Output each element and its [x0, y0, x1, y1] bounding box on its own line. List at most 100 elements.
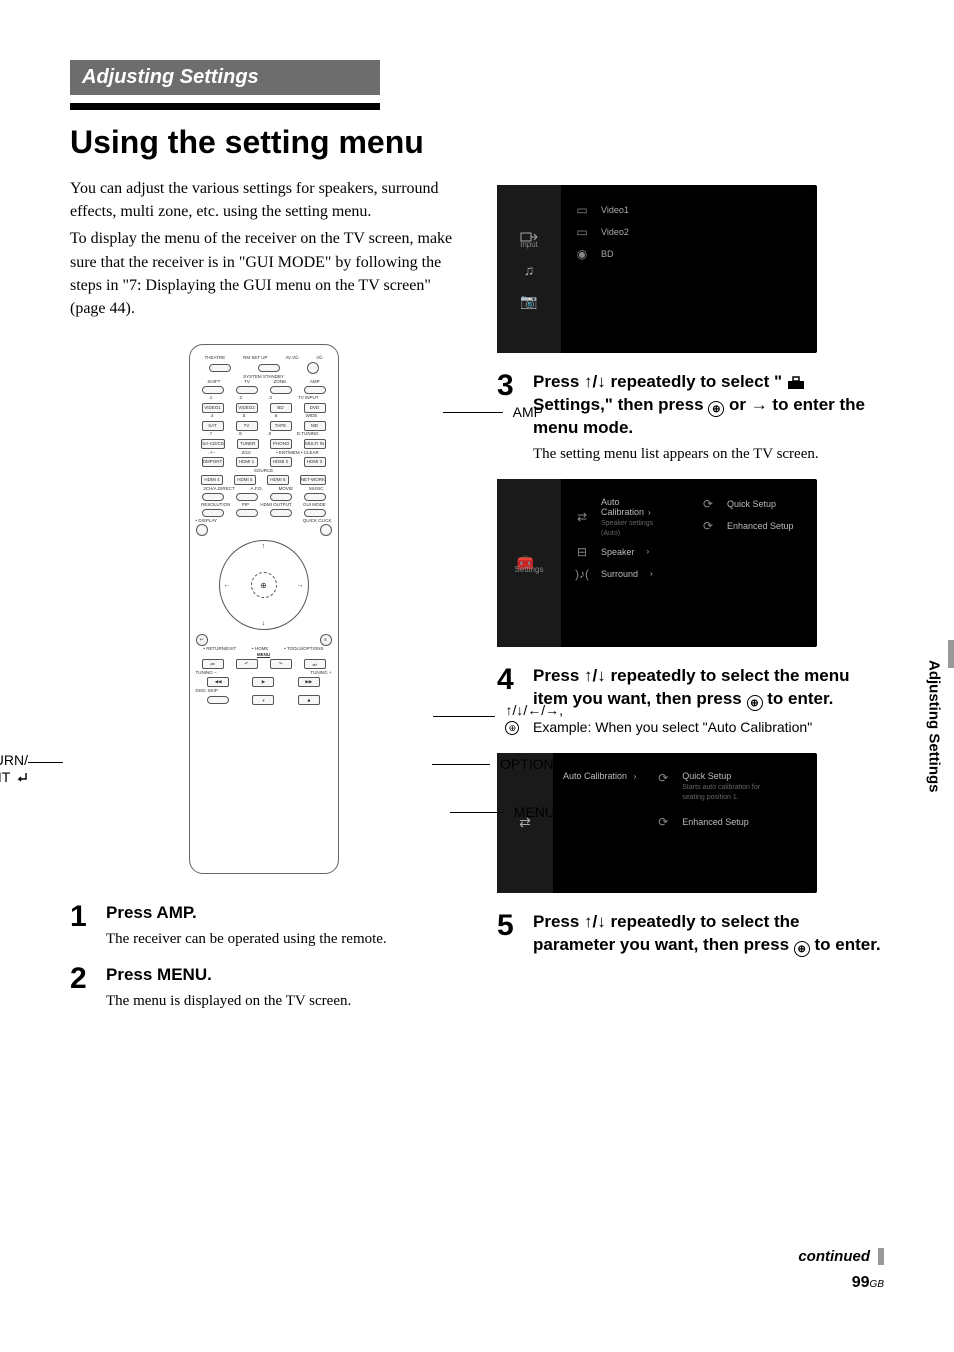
- remote-label-theatre: THEATRE: [204, 356, 225, 361]
- arrow-right-icon: →: [297, 582, 304, 589]
- rb-res: [202, 509, 224, 517]
- rb-display: [196, 524, 208, 536]
- rb-rew: ◀◀: [207, 677, 229, 687]
- rd-c: .0/10: [241, 451, 251, 456]
- rb-tape: TAPE: [270, 421, 292, 431]
- tv3-right-1: Enhanced Setup: [682, 817, 749, 827]
- rg3: MOVIE: [279, 487, 294, 492]
- two-columns: You can adjust the various settings for …: [70, 177, 884, 1026]
- example-label: Example: When you select "Auto Calibrati…: [533, 719, 884, 735]
- refresh-icon: ⟳: [652, 815, 674, 829]
- rb-hdmi5: HDMI 5: [234, 475, 256, 485]
- tv3-right-0-sub2: seating position 1.: [682, 794, 738, 801]
- surround-icon: )♪(: [571, 567, 593, 581]
- enter-circle-icon: ⊕: [505, 721, 519, 735]
- side-tab-label: Adjusting Settings: [926, 660, 943, 793]
- step-num-2: 2: [70, 964, 96, 1012]
- step-4-title: Press ↑/↓ repeatedly to select the menu …: [533, 665, 884, 711]
- arrow-down-icon: ↓: [262, 620, 266, 627]
- remote-body: THEATRE RM SET UP AV I/⏻ I/⏻ SYSTEM STAN…: [189, 344, 339, 874]
- page-suffix: GB: [870, 1279, 884, 1290]
- tv3-right-0-sub1: Starts auto calibration for: [682, 784, 760, 791]
- rb-quick: [320, 524, 332, 536]
- tv2-left-0: Auto Calibration: [601, 497, 644, 517]
- rg2: A.F.D.: [251, 487, 263, 492]
- rb-hdmi4: HDMI 4: [201, 475, 223, 485]
- rb-md: MD: [304, 421, 326, 431]
- rd-pre: .-/--: [208, 451, 215, 456]
- rb-ff: ▶▶: [298, 677, 320, 687]
- rb-hdmi2: HDMI 2: [270, 457, 292, 467]
- callout-options-label: OPTIONS: [500, 756, 563, 772]
- rb-zone: [270, 386, 292, 394]
- rb-play: ▶: [252, 677, 274, 687]
- tab-marker: [948, 640, 954, 668]
- tv1-item1: Video2: [601, 227, 807, 237]
- enter-icon: ⊕: [794, 941, 810, 957]
- rl-tuning-plus: TUNING +: [310, 671, 331, 676]
- s3-mid2: ," then press: [600, 395, 708, 414]
- rl-display: • DISPLAY: [196, 519, 218, 524]
- speaker-layout-icon: ⊟: [571, 545, 593, 559]
- remote-dpad: ↑ ↓ ← → ⊕: [219, 540, 309, 630]
- rb-shift: [202, 386, 224, 394]
- step-num-5: 5: [497, 911, 523, 961]
- page-footer: continued 99GB: [798, 1248, 884, 1292]
- rn1-1: .1: [209, 396, 213, 401]
- rg1: 2CH/A.DIRECT: [203, 487, 234, 492]
- rb-options: ≡: [320, 634, 332, 646]
- page-number: 99GB: [798, 1274, 884, 1292]
- tv3-left-label: Auto Calibration: [563, 771, 627, 781]
- tv1-sidebar-label: Input: [518, 240, 540, 249]
- rg4: MUSIC: [309, 487, 324, 492]
- s3-iconlabel: Settings: [533, 395, 600, 414]
- photo-icon: 📷: [518, 291, 540, 313]
- rn1-r: TV INPUT: [298, 396, 319, 401]
- rb-replay: ↶: [236, 659, 258, 669]
- rd-lbl: • ENT/MEM • CLEAR: [276, 451, 319, 456]
- step-2-title: Press MENU.: [106, 964, 457, 987]
- rb-music: [304, 493, 326, 501]
- intro-paragraph-1: You can adjust the various settings for …: [70, 177, 457, 223]
- rb-pip: [236, 509, 258, 517]
- rn1-2: .2: [238, 396, 242, 401]
- enter-center-icon: ⊕: [251, 572, 277, 598]
- rl-quick: QUICK CLICK: [303, 519, 332, 524]
- rl-discskip: DISC SKIP: [196, 689, 218, 694]
- step-3-title: Press ↑/↓ repeatedly to select " Setting…: [533, 371, 884, 440]
- callout-amp: AMP: [513, 404, 543, 421]
- refresh-icon: ⟳: [697, 497, 719, 511]
- disc-icon: ◉: [571, 247, 593, 261]
- callout-arrows-label: ↑/↓/←/→,: [505, 702, 563, 718]
- left-column: You can adjust the various settings for …: [70, 177, 457, 1026]
- rb-sacd: SA-CD/CD: [201, 439, 225, 449]
- rl-shift: SHIFT: [207, 380, 220, 385]
- remote-btn-av-power: [307, 362, 319, 374]
- rl-zone: ZONE: [274, 380, 287, 385]
- rl-tv: TV: [244, 380, 250, 385]
- intro-paragraph-2: To display the menu of the receiver on t…: [70, 227, 457, 320]
- remote-label-av: AV I/⏻: [285, 356, 298, 361]
- step-2: 2 Press MENU. The menu is displayed on t…: [70, 964, 457, 1012]
- rb-sat: SAT: [202, 421, 224, 431]
- rb-gui: [304, 509, 326, 517]
- rl-amp: AMP: [310, 380, 320, 385]
- rb-next: ⏭: [304, 659, 326, 669]
- arrow-up-icon: ↑: [262, 543, 266, 550]
- step-1-text: The receiver can be operated using the r…: [106, 929, 457, 950]
- rl-menu: MENU: [257, 653, 270, 658]
- callout-amp-label: AMP: [513, 404, 543, 420]
- vcr-icon: ▭: [571, 225, 593, 239]
- rb-discskip: [207, 696, 229, 704]
- rb-amp: [304, 386, 326, 394]
- remote-diagram: THEATRE RM SET UP AV I/⏻ I/⏻ SYSTEM STAN…: [70, 344, 457, 874]
- rb-hdmi6: HDMI 6: [267, 475, 289, 485]
- rb-2ch: [202, 493, 224, 501]
- rb-movie: [270, 493, 292, 501]
- arrow-left-icon: ←: [224, 582, 231, 589]
- rn3-2: .8: [238, 432, 242, 437]
- rb-bd: BD: [270, 403, 292, 413]
- rl-tools: • TOOLS/OPTIONS: [284, 647, 323, 652]
- rb-hdmi3: HDMI 3: [304, 457, 326, 467]
- s5-arrows: ↑/↓: [584, 912, 606, 931]
